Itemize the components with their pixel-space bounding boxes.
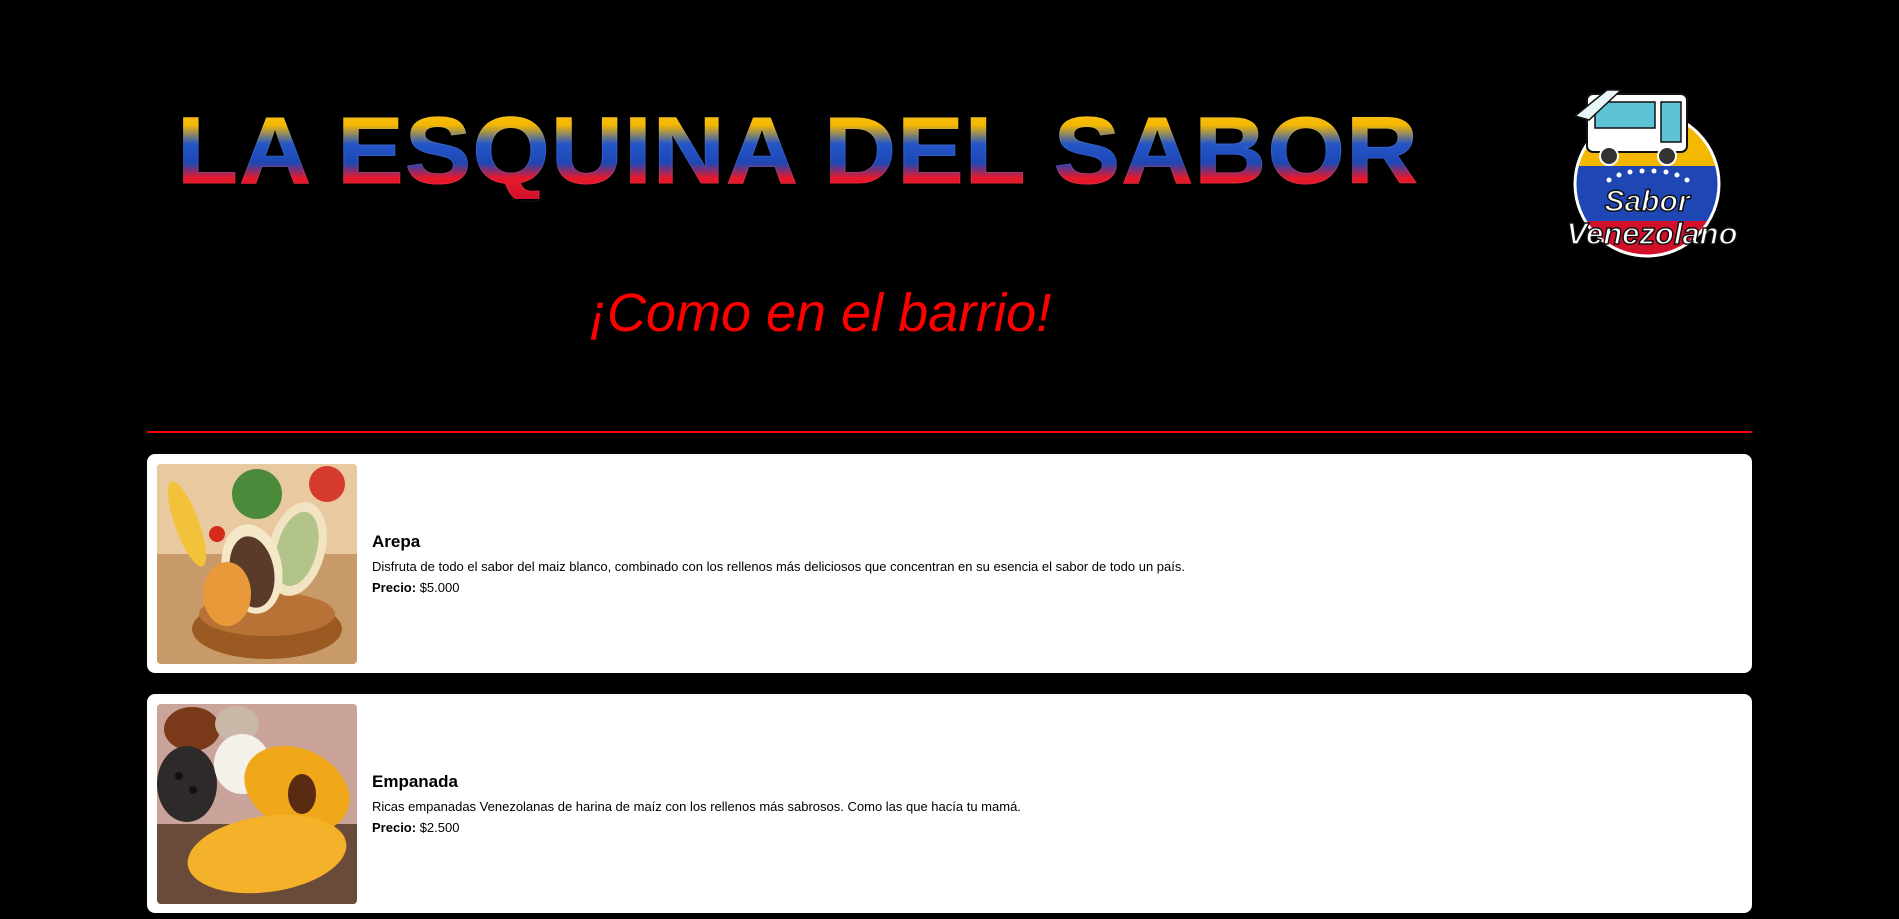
price-label: Precio: xyxy=(372,580,417,595)
menu-item-description: Disfruta de todo el sabor del maiz blanc… xyxy=(372,559,1185,574)
site-title: LA ESQUINA DEL SABOR xyxy=(176,98,1420,204)
menu-item-card[interactable]: Arepa Disfruta de todo el sabor del maiz… xyxy=(147,454,1752,673)
menu-item-name: Empanada xyxy=(372,772,458,791)
menu-item-name: Arepa xyxy=(372,532,421,551)
empanada-photo xyxy=(157,704,357,904)
sabor-venezolano-logo[interactable]: Sabor Venezolano xyxy=(1547,76,1757,276)
header-divider xyxy=(147,431,1752,433)
menu-item-card[interactable]: Empanada Ricas empanadas Venezolanas de … xyxy=(147,694,1752,913)
menu-item-details: Arepa Disfruta de todo el sabor del maiz… xyxy=(372,454,1732,673)
site-header: LA ESQUINA DEL SABOR ¡Como en el barrio! xyxy=(147,0,1752,432)
menu-item-price: Precio: $2.500 xyxy=(372,820,1732,835)
price-label: Precio: xyxy=(372,820,417,835)
menu-item-details: Empanada Ricas empanadas Venezolanas de … xyxy=(372,694,1732,913)
arepa-photo xyxy=(157,464,357,664)
price-value: $2.500 xyxy=(419,820,460,835)
price-value: $5.000 xyxy=(419,580,460,595)
menu-item-price: Precio: $5.000 xyxy=(372,580,1732,595)
menu-item-description: Ricas empanadas Venezolanas de harina de… xyxy=(372,799,1021,814)
page: LA ESQUINA DEL SABOR ¡Como en el barrio! xyxy=(0,0,1899,919)
svg-text:Venezolano: Venezolano xyxy=(1566,216,1737,251)
svg-text:Sabor: Sabor xyxy=(1604,185,1691,218)
tagline: ¡Como en el barrio! xyxy=(589,283,1052,343)
